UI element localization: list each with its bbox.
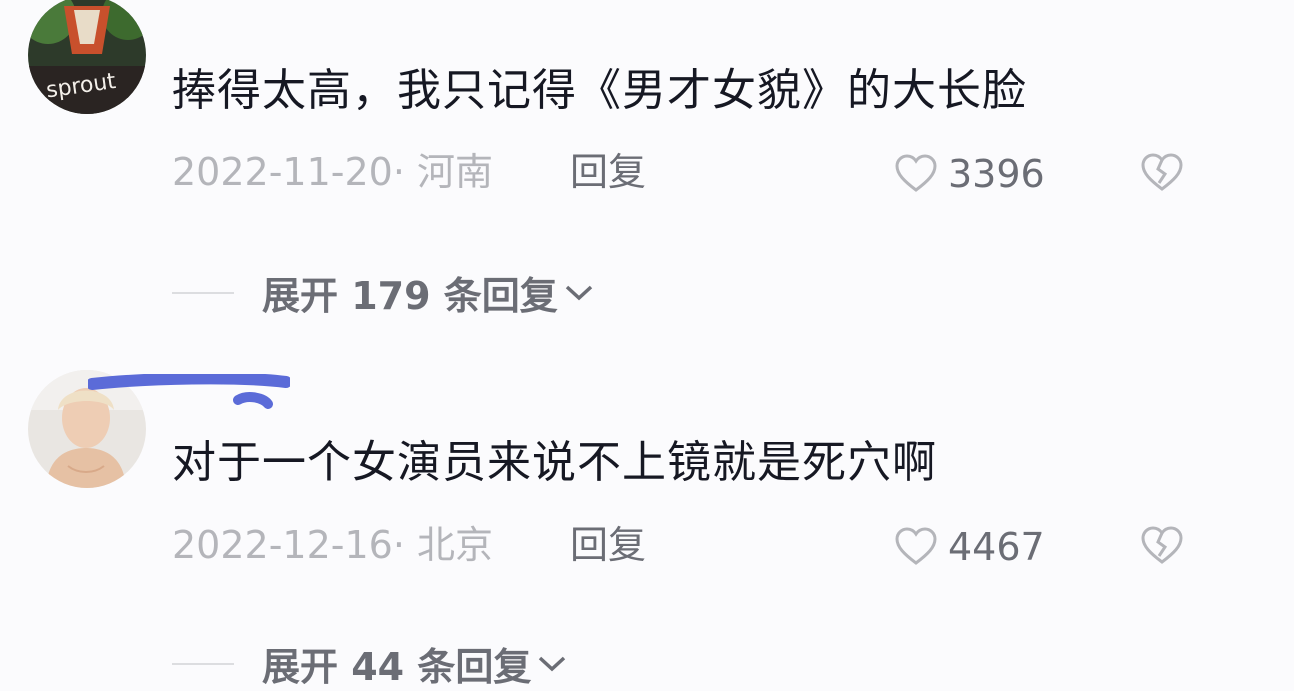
- heart-outline-icon: [895, 527, 937, 565]
- expand-replies-button[interactable]: 展开 44 条回复: [172, 636, 567, 691]
- comment-text: 对于一个女演员来说不上镜就是死穴啊: [172, 437, 937, 488]
- expand-replies-label: 展开 44 条回复: [262, 645, 532, 689]
- redaction-mark: [88, 374, 290, 409]
- comment-item: 对于一个女演员来说不上镜就是死穴啊 2022-12-16· 北京 回复 4467…: [0, 0, 1294, 689]
- reply-button[interactable]: 回复: [570, 522, 646, 568]
- like-count: 4467: [948, 525, 1045, 569]
- broken-heart-icon[interactable]: [1140, 526, 1184, 566]
- comment-date-location: 2022-12-16· 北京: [172, 523, 493, 567]
- divider: [172, 662, 234, 665]
- like-button[interactable]: 4467: [894, 524, 1045, 570]
- chevron-down-icon: [539, 656, 566, 671]
